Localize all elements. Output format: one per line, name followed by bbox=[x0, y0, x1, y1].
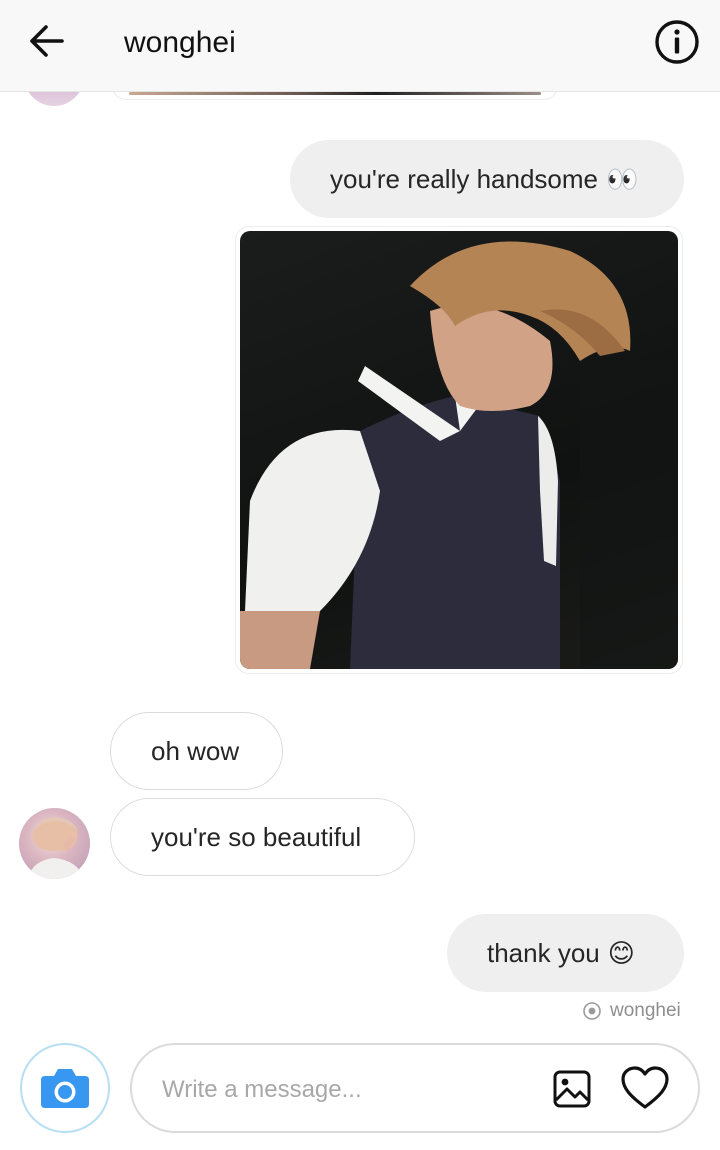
message-text: you're so beautiful bbox=[151, 821, 362, 852]
sender-avatar[interactable] bbox=[19, 808, 90, 879]
arrow-left-icon bbox=[30, 25, 64, 57]
like-button[interactable] bbox=[620, 1065, 670, 1111]
smile-emoji: 😊 bbox=[607, 937, 635, 968]
camera-button[interactable] bbox=[20, 1043, 110, 1133]
sent-photo-message[interactable] bbox=[235, 226, 683, 674]
received-message[interactable]: oh wow bbox=[110, 712, 283, 790]
info-button[interactable] bbox=[653, 18, 701, 66]
back-button[interactable] bbox=[22, 20, 72, 62]
shared-photo bbox=[240, 231, 678, 669]
heart-icon bbox=[621, 1066, 669, 1109]
image-icon bbox=[553, 1070, 591, 1108]
message-text: you're really handsome bbox=[330, 163, 598, 194]
message-text: oh wow bbox=[151, 735, 240, 766]
gallery-button[interactable] bbox=[552, 1069, 592, 1109]
message-text: thank you bbox=[487, 937, 600, 968]
sent-message[interactable]: you're really handsome 👀 bbox=[290, 140, 684, 218]
received-message[interactable]: you're so beautiful bbox=[110, 798, 415, 876]
message-input[interactable] bbox=[160, 1067, 544, 1113]
info-circle-icon bbox=[655, 20, 699, 64]
message-composer bbox=[130, 1043, 700, 1133]
chat-header: wonghei bbox=[0, 0, 720, 92]
conversation-title[interactable]: wonghei bbox=[124, 26, 236, 60]
seen-eye-icon bbox=[583, 1002, 601, 1020]
eyes-emoji: 👀 bbox=[606, 163, 639, 194]
sent-message[interactable]: thank you 😊 bbox=[447, 914, 684, 992]
seen-indicator: wonghei bbox=[582, 1000, 681, 1022]
seen-label: wonghei bbox=[610, 1000, 681, 1021]
camera-icon bbox=[41, 1069, 89, 1108]
